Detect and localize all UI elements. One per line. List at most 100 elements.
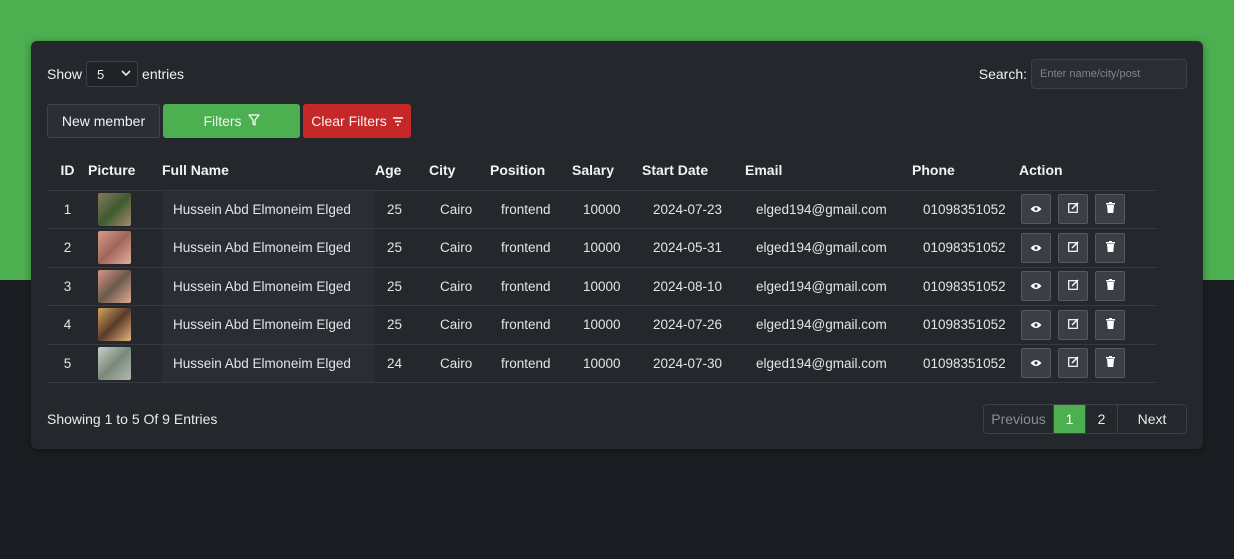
cell-age: 25 (375, 266, 429, 306)
edit-icon (1067, 318, 1079, 332)
avatar (98, 308, 131, 342)
delete-button[interactable] (1095, 194, 1125, 225)
cell-city: Cairo (429, 189, 490, 229)
cell-start-date: 2024-05-31 (642, 228, 745, 267)
entries-select-value: 5 (97, 66, 105, 82)
edit-button[interactable] (1058, 309, 1088, 340)
cell-picture (88, 189, 162, 229)
cell-email: elged194@gmail.com (745, 266, 912, 306)
eye-icon (1030, 318, 1042, 332)
trash-icon (1105, 317, 1115, 332)
cell-phone: 01098351052 (912, 266, 1019, 306)
cell-start-date: 2024-08-10 (642, 266, 745, 306)
column-header-position[interactable]: Position (490, 151, 572, 190)
eye-icon (1030, 202, 1042, 216)
eye-icon (1030, 279, 1042, 293)
column-header-city[interactable]: City (429, 151, 490, 190)
table-controls: Show 5 entries Search: (47, 59, 1187, 89)
table-row: 1 Hussein Abd Elmoneim Elged 25 Cairo fr… (47, 189, 1157, 229)
cell-email: elged194@gmail.com (745, 189, 912, 229)
avatar (98, 192, 131, 226)
column-header-email[interactable]: Email (745, 151, 912, 190)
filters-label: Filters (203, 113, 242, 129)
new-member-button[interactable]: New member (47, 104, 160, 138)
table-row: 4 Hussein Abd Elmoneim Elged 25 Cairo fr… (47, 305, 1157, 344)
previous-page-button[interactable]: Previous (984, 405, 1054, 433)
cell-position: frontend (490, 305, 572, 344)
cell-position: frontend (490, 343, 572, 383)
filters-button[interactable]: Filters (163, 104, 300, 138)
next-page-button[interactable]: Next (1118, 405, 1186, 433)
delete-button[interactable] (1095, 309, 1125, 340)
members-table: ID Picture Full Name Age City Position S… (47, 151, 1157, 383)
view-button[interactable] (1021, 348, 1051, 379)
table-row: 5 Hussein Abd Elmoneim Elged 24 Cairo fr… (47, 343, 1157, 383)
cell-full-name: Hussein Abd Elmoneim Elged (162, 343, 375, 383)
cell-phone: 01098351052 (912, 228, 1019, 267)
edit-button[interactable] (1058, 348, 1088, 379)
cell-phone: 01098351052 (912, 189, 1019, 229)
cell-id: 5 (47, 343, 88, 383)
column-header-age[interactable]: Age (375, 151, 429, 190)
entries-info: Showing 1 to 5 Of 9 Entries (47, 411, 218, 427)
cell-position: frontend (490, 228, 572, 267)
column-header-salary[interactable]: Salary (572, 151, 642, 190)
edit-button[interactable] (1058, 194, 1088, 225)
entries-label: entries (142, 66, 185, 82)
clear-filters-button[interactable]: Clear Filters (303, 104, 411, 138)
cell-actions (1019, 189, 1157, 229)
filter-lines-icon (392, 113, 403, 129)
table-header-row: ID Picture Full Name Age City Position S… (47, 151, 1157, 190)
table-footer: Showing 1 to 5 Of 9 Entries Previous 1 2… (47, 404, 1187, 434)
delete-button[interactable] (1095, 348, 1125, 379)
delete-button[interactable] (1095, 271, 1125, 302)
avatar (98, 231, 131, 265)
trash-icon (1105, 240, 1115, 255)
avatar (98, 269, 131, 303)
cell-email: elged194@gmail.com (745, 228, 912, 267)
column-header-id[interactable]: ID (47, 151, 88, 190)
entries-select[interactable]: 5 (86, 61, 139, 87)
view-button[interactable] (1021, 271, 1051, 302)
cell-salary: 10000 (572, 228, 642, 267)
trash-icon (1105, 356, 1115, 370)
cell-actions (1019, 266, 1157, 306)
cell-id: 3 (47, 266, 88, 306)
pagination: Previous 1 2 Next (983, 404, 1187, 434)
delete-button[interactable] (1095, 232, 1125, 263)
cell-actions (1019, 305, 1157, 344)
column-header-picture[interactable]: Picture (88, 151, 162, 190)
edit-button[interactable] (1058, 232, 1088, 263)
cell-start-date: 2024-07-26 (642, 305, 745, 344)
search-input[interactable] (1031, 59, 1187, 89)
cell-salary: 10000 (572, 305, 642, 344)
show-label: Show (47, 66, 83, 82)
page-1-button[interactable]: 1 (1054, 405, 1086, 433)
cell-full-name: Hussein Abd Elmoneim Elged (162, 228, 375, 267)
edit-icon (1067, 241, 1079, 255)
edit-icon (1067, 202, 1079, 216)
column-header-full-name[interactable]: Full Name (162, 151, 375, 190)
cell-actions (1019, 228, 1157, 267)
view-button[interactable] (1021, 232, 1051, 263)
cell-salary: 10000 (572, 343, 642, 383)
cell-email: elged194@gmail.com (745, 305, 912, 344)
edit-icon (1067, 279, 1079, 293)
view-button[interactable] (1021, 309, 1051, 340)
new-member-label: New member (61, 113, 146, 129)
cell-city: Cairo (429, 266, 490, 306)
column-header-phone[interactable]: Phone (912, 151, 1019, 190)
page-2-button[interactable]: 2 (1086, 405, 1118, 433)
edit-icon (1067, 356, 1079, 370)
cell-position: frontend (490, 266, 572, 306)
column-header-start-date[interactable]: Start Date (642, 151, 745, 190)
cell-age: 25 (375, 305, 429, 344)
funnel-icon (247, 113, 260, 129)
cell-picture (88, 343, 162, 383)
cell-full-name: Hussein Abd Elmoneim Elged (162, 305, 375, 344)
column-header-action: Action (1019, 162, 1063, 179)
view-button[interactable] (1021, 194, 1051, 225)
edit-button[interactable] (1058, 271, 1088, 302)
cell-city: Cairo (429, 228, 490, 267)
cell-salary: 10000 (572, 266, 642, 306)
